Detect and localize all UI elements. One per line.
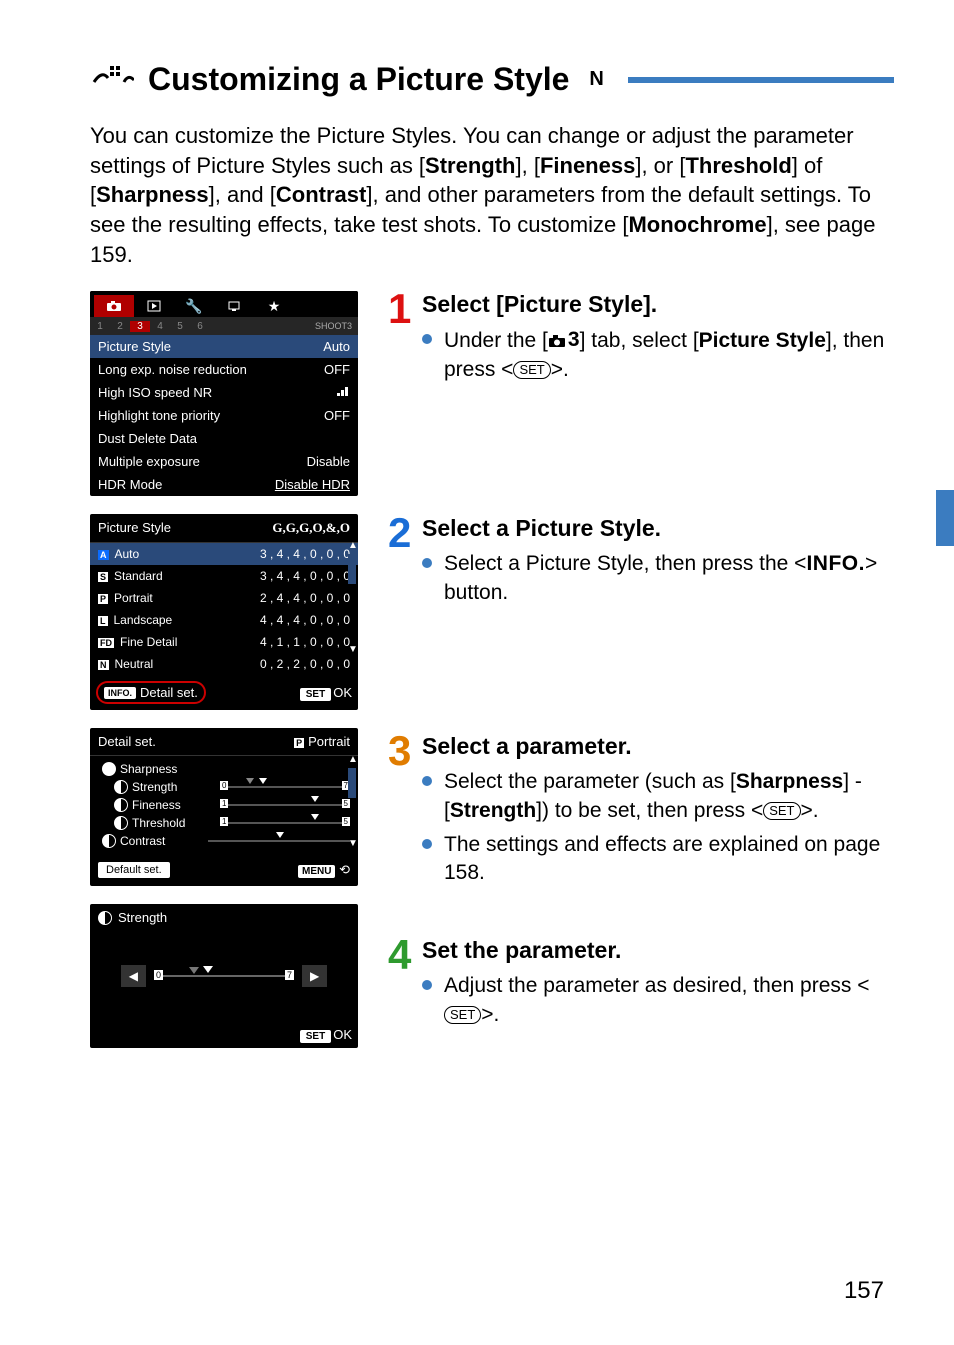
star-tab-icon: ★ xyxy=(254,295,294,317)
strength-slider: 0 7 xyxy=(154,966,294,986)
ps-row-landscape: LLandscape4 , 4 , 4 , 0 , 0 , 0 xyxy=(90,609,358,631)
menu-row-long-exp: Long exp. noise reductionOFF xyxy=(90,358,358,381)
set-button-icon: SET xyxy=(513,361,550,379)
step-2-bullet: Select a Picture Style, then press the <… xyxy=(422,550,894,607)
circle-icon xyxy=(102,762,116,776)
half-circle-icon xyxy=(98,911,112,925)
contrast-icon xyxy=(102,834,116,848)
strength-title: Strength xyxy=(118,910,167,925)
scroll-down-icon: ▼ xyxy=(348,840,356,848)
step-2: 2 Select a Picture Style. Select a Pictu… xyxy=(388,515,894,701)
row-threshold: Threshold15 xyxy=(98,814,350,832)
step-4: 4 Set the parameter. Adjust the paramete… xyxy=(388,937,894,1029)
sharpness-label: Sharpness xyxy=(120,762,177,776)
step-3-bullet-1: Select the parameter (such as [Sharpness… xyxy=(422,768,894,825)
step-number-1: 1 xyxy=(388,285,411,333)
row-contrast: Contrast xyxy=(98,832,350,850)
step-4-heading: Set the parameter. xyxy=(422,937,894,964)
camera-3-icon: 3 xyxy=(548,326,580,354)
detail-set-screenshot: Detail set. PPortrait Sharpness Strength0… xyxy=(90,728,358,886)
menu-row-multiexp: Multiple exposureDisable xyxy=(90,450,358,473)
ps-row-neutral: NNeutral0 , 2 , 2 , 0 , 0 , 0 xyxy=(90,653,358,675)
detail-set-style: PPortrait xyxy=(294,734,350,749)
step-4-bullet: Adjust the parameter as desired, then pr… xyxy=(422,972,894,1029)
camera-tab-icon xyxy=(94,295,134,317)
info-button-text: INFO. xyxy=(806,552,865,575)
detail-set-title: Detail set. xyxy=(98,734,156,749)
playback-tab-icon xyxy=(134,295,174,317)
scroll-up-icon: ▲ xyxy=(348,542,356,550)
step-3-heading: Select a parameter. xyxy=(422,733,894,760)
ps-row-standard: SStandard3 , 4 , 4 , 0 , 0 , 0 xyxy=(90,565,358,587)
half-circle-icon xyxy=(114,798,128,812)
step-number-3: 3 xyxy=(388,727,411,775)
page-title: Customizing a Picture Style xyxy=(148,61,569,98)
set-ok-label: SETOK xyxy=(300,1027,352,1042)
step-1-heading: Select [Picture Style]. xyxy=(422,291,894,318)
menu-row-highlight: Highlight tone priorityOFF xyxy=(90,404,358,427)
menu-screenshot-shoot3: 🔧 ★ 1 2 3 4 5 6 SHOOT3 Picture StyleAuto… xyxy=(90,291,358,496)
ps-row-finedetail: FDFine Detail4 , 1 , 1 , 0 , 0 , 0 xyxy=(90,631,358,653)
menu-row-dust: Dust Delete Data xyxy=(90,427,358,450)
ps-list-title: Picture Style xyxy=(98,520,171,536)
menu-row-high-iso: High ISO speed NR xyxy=(90,381,358,404)
top-tab-bar: 🔧 ★ xyxy=(90,291,358,317)
menu-back-label: MENU ⟲ xyxy=(298,862,350,878)
ps-header-icons: G,G,G,O,&,O xyxy=(272,520,350,536)
display-tab-icon xyxy=(214,295,254,317)
half-circle-icon xyxy=(114,780,128,794)
section-edge-tab xyxy=(936,490,954,546)
title-star-icon: N xyxy=(589,68,603,91)
left-arrow-button: ◀ xyxy=(121,965,146,987)
set-ok-label: SETOK xyxy=(300,685,352,700)
scroll-up-icon: ▲ xyxy=(348,756,356,764)
shoot-label: SHOOT3 xyxy=(315,321,358,331)
intro-paragraph: You can customize the Picture Styles. Yo… xyxy=(90,121,894,269)
page-title-row: Customizing a Picture Style N xyxy=(90,60,894,99)
set-button-icon: SET xyxy=(444,1006,481,1024)
step-1: 1 Select [Picture Style]. Under the [ 3]… xyxy=(388,291,894,483)
set-button-icon: SET xyxy=(763,802,800,820)
info-detail-pill: INFO.Detail set. xyxy=(96,681,206,704)
row-fineness: Fineness15 xyxy=(98,796,350,814)
default-set-button: Default set. xyxy=(98,862,170,878)
step-1-bullet: Under the [ 3] tab, select [Picture Styl… xyxy=(422,326,894,384)
bars-icon xyxy=(336,385,350,400)
picture-style-list-screenshot: Picture Style G,G,G,O,&,O AAuto3 , 4 , 4 … xyxy=(90,514,358,710)
title-rule xyxy=(628,77,894,83)
sub-tab-numbers: 1 2 3 4 5 6 SHOOT3 xyxy=(90,317,358,335)
picture-style-icon xyxy=(90,60,134,99)
scrollbar-thumb xyxy=(348,554,356,584)
step-number-2: 2 xyxy=(388,509,411,557)
step-2-heading: Select a Picture Style. xyxy=(422,515,894,542)
menu-row-picture-style: Picture StyleAuto xyxy=(90,335,358,358)
scrollbar-thumb xyxy=(348,768,356,798)
scroll-down-icon: ▼ xyxy=(348,646,356,654)
right-arrow-button: ▶ xyxy=(302,965,327,987)
menu-row-hdr: HDR ModeDisable HDR xyxy=(90,473,358,496)
ps-row-auto: AAuto3 , 4 , 4 , 0 , 0 , 0 xyxy=(90,543,358,565)
row-strength: Strength07 xyxy=(98,778,350,796)
half-circle-icon xyxy=(114,816,128,830)
step-3: 3 Select a parameter. Select the paramet… xyxy=(388,733,894,905)
step-number-4: 4 xyxy=(388,931,411,979)
strength-adjust-screenshot: Strength ◀ 0 7 ▶ SETOK xyxy=(90,904,358,1048)
page-number: 157 xyxy=(844,1277,884,1305)
wrench-tab-icon: 🔧 xyxy=(174,295,214,317)
ps-row-portrait: PPortrait2 , 4 , 4 , 0 , 0 , 0 xyxy=(90,587,358,609)
step-3-bullet-2: The settings and effects are explained o… xyxy=(422,831,894,888)
